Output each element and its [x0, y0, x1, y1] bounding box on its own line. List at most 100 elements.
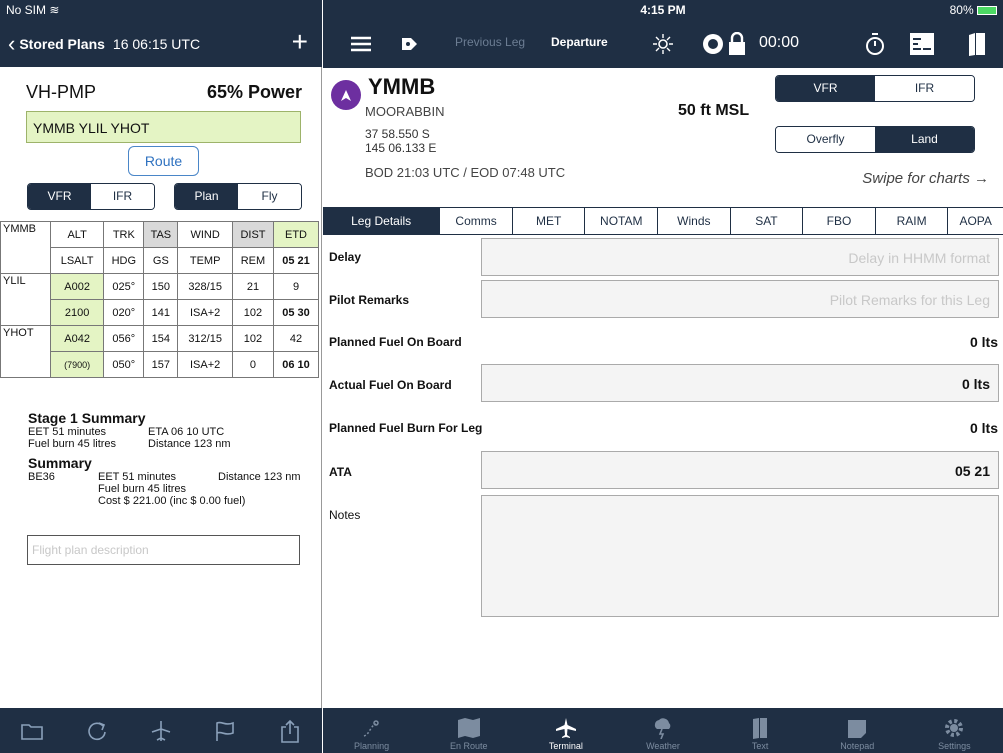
header-cell: TAS: [143, 221, 179, 248]
vfr-option[interactable]: VFR: [776, 76, 875, 101]
route-field[interactable]: YMMB YLIL YHOT: [26, 111, 301, 143]
pilot-remarks-input[interactable]: Pilot Remarks for this Leg: [481, 280, 999, 318]
plan-option[interactable]: Plan: [175, 184, 238, 209]
stage-summary-title: Stage 1 Summary: [28, 410, 146, 426]
battery-indicator: 80%: [950, 3, 997, 17]
table-cell: 05 30: [273, 299, 319, 326]
header-cell: GS: [143, 247, 179, 274]
route-arrow-icon[interactable]: [397, 30, 425, 58]
flag-icon[interactable]: [210, 716, 240, 746]
tab-comms[interactable]: Comms: [440, 208, 513, 234]
airport-icon: [331, 80, 361, 110]
notes-input[interactable]: [481, 495, 999, 617]
document-icon[interactable]: [963, 30, 991, 58]
alt-cell[interactable]: A002: [49, 273, 105, 300]
tab-met[interactable]: MET: [513, 208, 586, 234]
flight-rules-toggle: VFR IFR: [27, 183, 155, 210]
departure-button[interactable]: Departure: [551, 35, 608, 49]
tab-raim[interactable]: RAIM: [876, 208, 949, 234]
table-cell: 312/15: [177, 325, 233, 352]
airport-longitude: 145 06.133 E: [365, 141, 437, 155]
airport-code: YMMB: [368, 74, 436, 99]
swipe-hint: Swipe for charts →: [862, 170, 989, 187]
summary-row: BE36 EET 51 minutes Distance 123 nm: [28, 471, 318, 483]
tab-notam[interactable]: NOTAM: [585, 208, 659, 234]
alt-cell[interactable]: A042: [49, 325, 105, 352]
share-icon[interactable]: [275, 716, 305, 746]
map-icon: [457, 718, 480, 738]
header-cell: HDG: [103, 247, 145, 274]
add-icon[interactable]: +: [292, 28, 308, 56]
header-cell: LSALT: [49, 247, 105, 274]
folder-icon[interactable]: [17, 716, 47, 746]
list-icon[interactable]: [347, 30, 375, 58]
waypoint-cell[interactable]: YLIL: [0, 273, 51, 326]
tab-sat[interactable]: SAT: [731, 208, 804, 234]
wifi-icon: ​ ≋: [46, 3, 60, 17]
header-cell: WIND: [177, 221, 233, 248]
etd-cell[interactable]: 05 21: [273, 247, 319, 274]
tab-settings[interactable]: Settings: [906, 708, 1003, 753]
ifr-option[interactable]: IFR: [875, 76, 974, 101]
airplane-icon: [555, 718, 576, 738]
tab-leg-details[interactable]: Leg Details: [323, 208, 441, 234]
table-cell: 050°: [103, 351, 145, 378]
tab-label: Weather: [646, 741, 680, 751]
aircraft-row: VH-PMP 65% Power: [26, 82, 302, 103]
flight-timer[interactable]: 00:00: [759, 34, 799, 52]
table-cell: 42: [273, 325, 319, 352]
header-cell: TRK: [103, 221, 145, 248]
brightness-icon[interactable]: [649, 30, 677, 58]
refresh-icon[interactable]: [82, 716, 112, 746]
stopwatch-icon[interactable]: [861, 30, 889, 58]
lock-icon[interactable]: [723, 30, 751, 58]
table-cell: 06 10: [273, 351, 319, 378]
actual-fuel-label: Actual Fuel On Board: [329, 378, 452, 392]
tab-text[interactable]: Text: [712, 708, 809, 753]
delay-input[interactable]: Delay in HHMM format: [481, 238, 999, 276]
route-button[interactable]: Route: [128, 146, 199, 176]
overfly-option[interactable]: Overfly: [776, 127, 875, 152]
actual-fuel-input[interactable]: 0 lts: [481, 364, 999, 402]
tab-fbo[interactable]: FBO: [803, 208, 876, 234]
tab-winds[interactable]: Winds: [658, 208, 731, 234]
header-cell: REM: [231, 247, 275, 274]
lsalt-cell: (7900): [49, 351, 105, 378]
table-cell: 9: [273, 273, 319, 300]
tab-en-route[interactable]: En Route: [420, 708, 517, 753]
ata-input[interactable]: 05 21: [481, 451, 999, 489]
tab-weather[interactable]: Weather: [614, 708, 711, 753]
tab-terminal[interactable]: Terminal: [517, 708, 614, 753]
aircraft-type: BE36: [28, 471, 55, 483]
power-setting[interactable]: 65% Power: [207, 82, 302, 103]
ata-label: ATA: [329, 465, 352, 479]
detail-tabs: Leg Details Comms MET NOTAM Winds SAT FB…: [323, 207, 1003, 235]
chart-board-icon[interactable]: [908, 30, 936, 58]
land-option[interactable]: Land: [875, 127, 974, 152]
total-fuel: Fuel burn 45 litres: [98, 483, 187, 495]
ifr-option[interactable]: IFR: [91, 184, 154, 209]
tab-planning[interactable]: Planning: [323, 708, 420, 753]
status-bar-left: No SIM ​ ≋: [0, 0, 322, 20]
waypoint-cell[interactable]: YHOT: [0, 325, 51, 378]
table-cell: 020°: [103, 299, 145, 326]
tab-label: Planning: [354, 741, 390, 751]
tab-notepad[interactable]: Notepad: [809, 708, 906, 753]
flight-plan-description-input[interactable]: Flight plan description: [27, 535, 300, 565]
vfr-option[interactable]: VFR: [28, 184, 91, 209]
book-icon: [753, 718, 768, 739]
waypoint-cell[interactable]: YMMB: [0, 221, 51, 274]
fly-option[interactable]: Fly: [238, 184, 301, 209]
planned-fuel-burn-label: Planned Fuel Burn For Leg: [329, 421, 483, 435]
notepad-icon: [848, 720, 867, 738]
chevron-left-icon: ‹: [8, 30, 16, 56]
stage-eet: EET 51 minutes: [28, 426, 107, 438]
table-cell: 102: [231, 325, 275, 352]
tab-aopa[interactable]: AOPA: [948, 208, 1003, 234]
tab-label: Text: [751, 741, 769, 751]
nav-log-table: YMMB ALT TRK TAS WIND DIST ETD LSALT HDG…: [0, 221, 319, 378]
aircraft-registration[interactable]: VH-PMP: [26, 82, 96, 103]
back-button[interactable]: ‹ Stored Plans: [0, 30, 105, 56]
previous-leg-button[interactable]: Previous Leg: [455, 35, 525, 49]
airplane-icon[interactable]: [146, 716, 176, 746]
